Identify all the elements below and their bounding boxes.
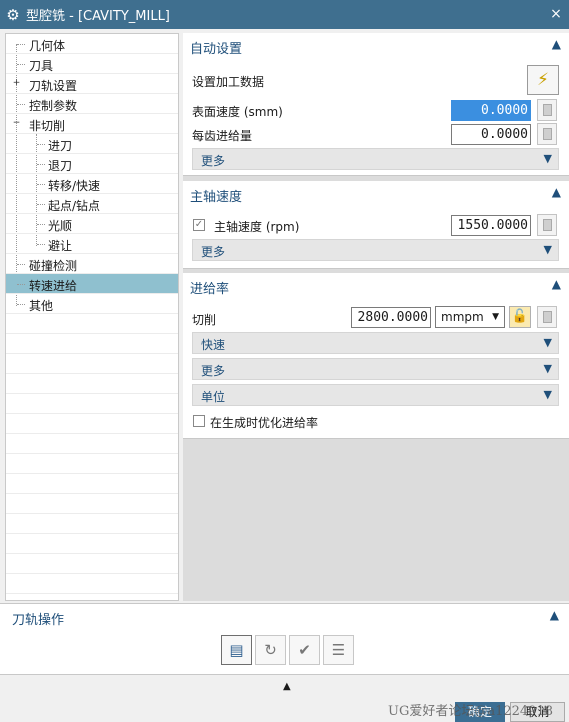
- cut-feed-options-button[interactable]: [537, 306, 557, 328]
- tree-item-retract[interactable]: 退刀: [6, 154, 178, 174]
- chevron-up-icon[interactable]: ▲: [552, 37, 561, 51]
- tree-item-label: 退刀: [48, 159, 73, 173]
- tree-item-smoothing[interactable]: 光顺: [6, 214, 178, 234]
- tree-item-label: 碰撞检测: [29, 259, 78, 273]
- tree-item-label: 控制参数: [29, 99, 78, 113]
- chevron-down-icon: ▼: [492, 312, 499, 322]
- verify-icon: ✔: [298, 641, 311, 659]
- tree-item-control-params[interactable]: 控制参数: [6, 94, 178, 114]
- title-bar: ⚙ 型腔铣 - [CAVITY_MILL] ×: [0, 0, 569, 29]
- cut-feed-input[interactable]: 2800.0000: [351, 307, 431, 328]
- tree-item-label: 转移/快速: [48, 179, 101, 193]
- lock-icon[interactable]: 🔓: [509, 306, 531, 328]
- chevron-up-icon[interactable]: ▲: [552, 185, 561, 199]
- feed-unit-select[interactable]: mmpm ▼: [435, 306, 505, 328]
- auto-settings-section: 自动设置 ▲ 设置加工数据 ⚡ 表面速度 (smm) 0.0000 每齿进给量 …: [183, 33, 569, 176]
- optimize-feed-label: 在生成时优化进给率: [210, 416, 319, 430]
- auto-settings-more-bar[interactable]: 更多 ▼: [192, 148, 559, 170]
- expand-icon[interactable]: +: [12, 79, 21, 88]
- tree-item-collision-check[interactable]: 碰撞检测: [6, 254, 178, 274]
- spindle-speed-checkbox[interactable]: ✓: [193, 219, 205, 231]
- tree-item-avoidance[interactable]: 避让: [6, 234, 178, 254]
- tree-item-label: 进刀: [48, 139, 73, 153]
- spindle-speed-label: 主轴速度 (rpm): [214, 220, 300, 234]
- tree-item-label: 起点/钻点: [48, 199, 101, 213]
- tree-item-label: 光顺: [48, 219, 73, 233]
- lightning-icon[interactable]: ⚡: [527, 65, 559, 95]
- rapid-label: 快速: [201, 338, 226, 352]
- generate-icon: ▤: [229, 641, 244, 659]
- section-title: 刀轨操作: [12, 613, 65, 628]
- section-title: 进给率: [190, 282, 230, 297]
- tree-item-label: 转速进给: [29, 279, 78, 293]
- more-label: 更多: [201, 154, 226, 168]
- section-title: 自动设置: [190, 42, 243, 57]
- generate-toolpath-button[interactable]: ▤: [221, 635, 252, 665]
- spindle-speed-section: 主轴速度 ▲ ✓ 主轴速度 (rpm) 1550.0000 更多 ▼: [183, 181, 569, 269]
- watermark: UG爱好者论坛@a1224918: [388, 704, 553, 719]
- tree-item-speeds-feeds[interactable]: 转速进给: [6, 274, 178, 294]
- settings-panel: 自动设置 ▲ 设置加工数据 ⚡ 表面速度 (smm) 0.0000 每齿进给量 …: [183, 33, 569, 601]
- tree-item-non-cutting[interactable]: − 非切削: [6, 114, 178, 134]
- chevron-up-icon[interactable]: ▲: [550, 608, 559, 622]
- replay-toolpath-button[interactable]: ↻: [255, 635, 286, 665]
- spindle-speed-options-button[interactable]: [537, 214, 557, 236]
- collapse-icon[interactable]: −: [12, 119, 21, 128]
- surface-speed-label: 表面速度 (smm): [192, 105, 283, 119]
- toolpath-operations-section: 刀轨操作 ▲ ▤ ↻ ✔ ☰: [0, 603, 569, 675]
- units-bar[interactable]: 单位 ▼: [192, 384, 559, 406]
- replay-icon: ↻: [264, 641, 277, 659]
- cut-feed-label: 切削: [192, 313, 217, 327]
- spindle-speed-input[interactable]: 1550.0000: [451, 215, 531, 236]
- more-label: 更多: [201, 364, 226, 378]
- tree-item-other[interactable]: 其他: [6, 294, 178, 314]
- chevron-down-icon: ▼: [543, 388, 552, 401]
- list-icon: ☰: [331, 641, 346, 659]
- feed-unit-value: mmpm: [441, 310, 484, 324]
- window-title: 型腔铣 - [CAVITY_MILL]: [26, 9, 170, 24]
- tree-item-label: 刀轨设置: [29, 79, 78, 93]
- chevron-down-icon: ▼: [543, 362, 552, 375]
- chevron-down-icon: ▼: [543, 243, 552, 256]
- feed-rate-section: 进给率 ▲ 切削 2800.0000 mmpm ▼ 🔓 快速 ▼ 更多 ▼ 单位…: [183, 273, 569, 439]
- set-machining-data-label: 设置加工数据: [192, 75, 265, 89]
- chevron-up-icon[interactable]: ▲: [552, 277, 561, 291]
- feed-more-bar[interactable]: 更多 ▼: [192, 358, 559, 380]
- tree-item-label: 刀具: [29, 59, 54, 73]
- tree-item-engage[interactable]: 进刀: [6, 134, 178, 154]
- chevron-down-icon: ▼: [543, 336, 552, 349]
- more-label: 更多: [201, 245, 226, 259]
- optimize-feed-checkbox[interactable]: [193, 415, 205, 427]
- tree-item-transfer-rapid[interactable]: 转移/快速: [6, 174, 178, 194]
- rapid-bar[interactable]: 快速 ▼: [192, 332, 559, 354]
- tree-item-start-drill-points[interactable]: 起点/钻点: [6, 194, 178, 214]
- dialog-footer: ▲ 确定 取消 UG爱好者论坛@a1224918: [0, 676, 569, 722]
- feed-per-tooth-options-button[interactable]: [537, 123, 557, 145]
- surface-speed-options-button[interactable]: [537, 99, 557, 121]
- gear-icon: ⚙: [6, 5, 20, 24]
- tree-item-tool[interactable]: 刀具: [6, 54, 178, 74]
- feed-per-tooth-label: 每齿进给量: [192, 129, 253, 143]
- tree-item-label: 几何体: [29, 39, 66, 53]
- tree-item-path-settings[interactable]: + 刀轨设置: [6, 74, 178, 94]
- list-toolpath-button[interactable]: ☰: [323, 635, 354, 665]
- feed-per-tooth-input[interactable]: 0.0000: [451, 124, 531, 145]
- tree-item-geometry[interactable]: 几何体: [6, 34, 178, 54]
- chevron-down-icon: ▼: [543, 152, 552, 165]
- close-button[interactable]: ×: [547, 4, 565, 24]
- spindle-more-bar[interactable]: 更多 ▼: [192, 239, 559, 261]
- tree-item-label: 避让: [48, 239, 73, 253]
- navigation-tree: 几何体 刀具 + 刀轨设置 控制参数 − 非切削 进刀 退刀 转移/快速 起点/…: [5, 33, 179, 601]
- section-title: 主轴速度: [190, 190, 243, 205]
- units-label: 单位: [201, 390, 226, 404]
- surface-speed-input[interactable]: 0.0000: [451, 100, 531, 121]
- triangle-up-icon[interactable]: ▲: [283, 681, 291, 692]
- tree-item-label: 其他: [29, 299, 54, 313]
- verify-toolpath-button[interactable]: ✔: [289, 635, 320, 665]
- tree-item-label: 非切削: [29, 119, 66, 133]
